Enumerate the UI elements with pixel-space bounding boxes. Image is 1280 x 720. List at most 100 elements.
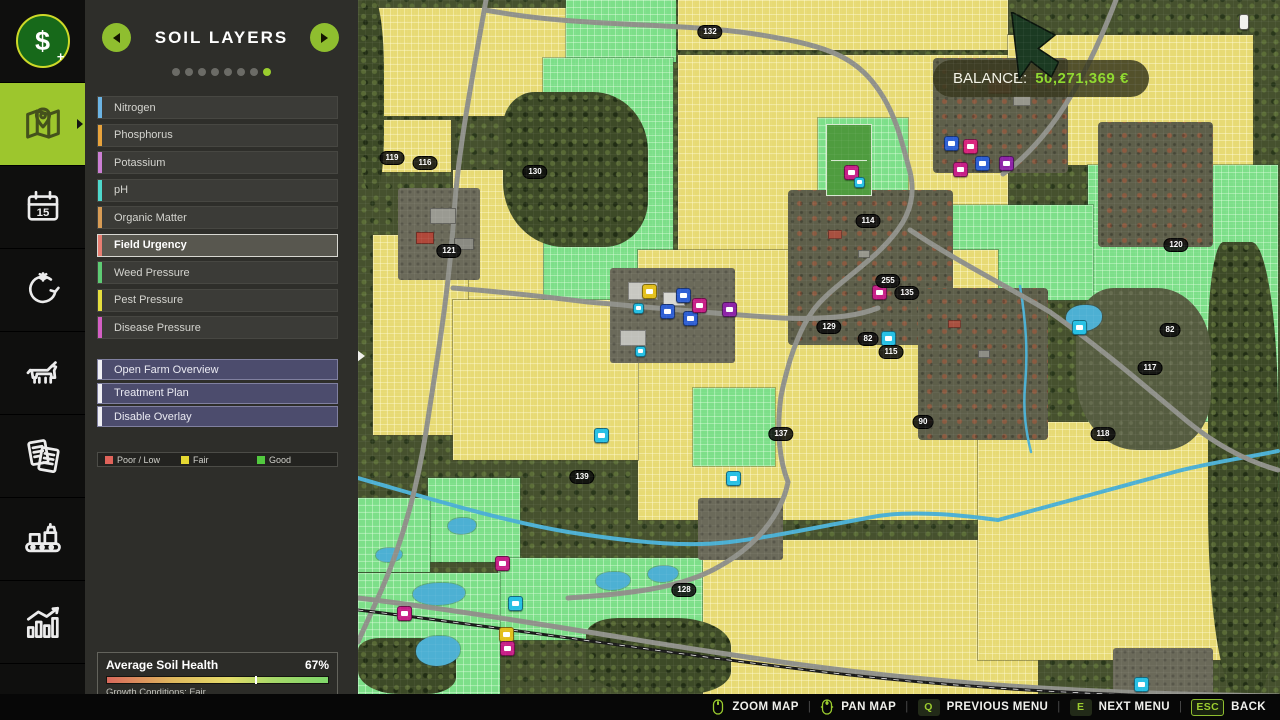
marker-glyph	[646, 289, 653, 294]
shop-marker[interactable]	[642, 284, 657, 299]
sidebar-item-calendar[interactable]: 15	[0, 166, 85, 248]
pool-marker[interactable]	[1072, 320, 1087, 335]
layer-item-nitrogen[interactable]: Nitrogen	[97, 96, 338, 119]
field-number-label[interactable]: 255	[875, 274, 900, 288]
field-number-label[interactable]: 130	[522, 165, 547, 179]
production-point-marker[interactable]	[397, 606, 412, 621]
storage-marker[interactable]	[944, 136, 959, 151]
field-number-label[interactable]: 82	[858, 332, 879, 346]
field-number-label[interactable]: 132	[697, 25, 722, 39]
sell-point-marker[interactable]	[999, 156, 1014, 171]
water-point-marker[interactable]	[726, 471, 741, 486]
hotkey-hint-back[interactable]: ESCBACK	[1191, 699, 1266, 716]
screen: $+15 SOIL LAYERS NitrogenPhosphorusPotas…	[0, 0, 1280, 720]
field-number-label[interactable]: 116	[413, 156, 438, 170]
field-number-label[interactable]: 120	[1163, 238, 1188, 252]
water-plant-marker[interactable]	[1134, 677, 1149, 692]
sidebar-item-production[interactable]	[0, 498, 85, 580]
layer-color-bar	[98, 97, 102, 118]
legend-label: Fair	[193, 455, 209, 465]
layer-list: Nitrogen Phosphorus Potassium pH Organic Mat…	[97, 96, 338, 344]
sidebar-item-finances[interactable]: $+	[0, 0, 85, 82]
field-number-label[interactable]: 139	[569, 470, 594, 484]
hotkey-hint-zoom-map[interactable]: ZOOM MAP	[711, 698, 798, 717]
layer-item-pest-pressure[interactable]: Pest Pressure	[97, 289, 338, 312]
storage-marker[interactable]	[676, 288, 691, 303]
map-viewport[interactable]: 1321191161301211141202551351298211582117…	[358, 0, 1280, 694]
water-point-marker[interactable]	[508, 596, 523, 611]
building	[948, 320, 961, 328]
water-point-marker[interactable]	[881, 331, 896, 346]
field-number-label[interactable]: 135	[894, 286, 919, 300]
treatment-plan-button[interactable]: Treatment Plan	[97, 383, 338, 404]
layer-color-bar	[98, 207, 102, 228]
water-point-marker[interactable]	[635, 346, 646, 357]
layer-item-phosphorus[interactable]: Phosphorus	[97, 124, 338, 147]
marker-glyph	[503, 632, 510, 637]
field-number-label[interactable]: 129	[816, 320, 841, 334]
farmyard-area	[1113, 648, 1213, 694]
key-badge-e: E	[1070, 699, 1092, 716]
sidebar-item-contracts[interactable]	[0, 415, 85, 497]
production-point-marker[interactable]	[692, 298, 707, 313]
sidebar-item-statistics[interactable]	[0, 581, 85, 663]
field-number-label[interactable]: 118	[1091, 427, 1116, 441]
layer-item-weed-pressure[interactable]: Weed Pressure	[97, 261, 338, 284]
soil-health-box: Average Soil Health 67% Growth Condition…	[97, 652, 338, 700]
field-number-label[interactable]: 128	[671, 583, 696, 597]
vehicle-marker[interactable]	[1239, 14, 1249, 30]
layer-item-potassium[interactable]: Potassium	[97, 151, 338, 174]
marker-glyph	[885, 336, 892, 341]
water-point-marker[interactable]	[594, 428, 609, 443]
field-number-label[interactable]: 90	[913, 415, 934, 429]
field-number-label[interactable]: 119	[380, 151, 405, 165]
production-point-marker[interactable]	[500, 641, 515, 656]
hotkey-hint-pan-map[interactable]: PAN MAP	[820, 698, 896, 717]
bottom-bar: ZOOM MAP|PAN MAP|QPREVIOUS MENU|ENEXT ME…	[0, 694, 1280, 720]
layer-item-field-urgency[interactable]: Field Urgency	[97, 234, 338, 257]
sidebar-item-animals[interactable]	[0, 332, 85, 414]
disable-overlay-button[interactable]: Disable Overlay	[97, 406, 338, 427]
storage-marker[interactable]	[683, 311, 698, 326]
next-page-button[interactable]	[310, 23, 339, 52]
layer-item-disease-pressure[interactable]: Disease Pressure	[97, 316, 338, 339]
production-point-marker[interactable]	[953, 162, 968, 177]
field-number-label[interactable]: 114	[856, 214, 881, 228]
page-dot	[172, 68, 180, 76]
marker-glyph	[857, 180, 862, 184]
crop-rotation-icon	[22, 269, 64, 311]
field-number-label[interactable]: 117	[1138, 361, 1163, 375]
sidebar-item-crop-rotation[interactable]	[0, 249, 85, 331]
marker-glyph	[512, 601, 519, 606]
production-point-marker[interactable]	[963, 139, 978, 154]
panel-expander-arrow-icon[interactable]	[358, 350, 365, 362]
layer-item-organic-matter[interactable]: Organic Matter	[97, 206, 338, 229]
field-number-label[interactable]: 121	[436, 244, 461, 258]
sell-point-marker[interactable]	[722, 302, 737, 317]
marker-glyph	[401, 611, 408, 616]
field-number-label[interactable]: 82	[1160, 323, 1181, 337]
field-good	[693, 388, 775, 466]
open-farm-overview-button[interactable]: Open Farm Overview	[97, 359, 338, 380]
hint-label: PREVIOUS MENU	[947, 701, 1049, 713]
hotkey-hint-previous-menu[interactable]: QPREVIOUS MENU	[918, 699, 1049, 716]
layer-item-ph[interactable]: pH	[97, 179, 338, 202]
production-point-marker[interactable]	[495, 556, 510, 571]
field-number-label[interactable]: 137	[768, 427, 793, 441]
marker-glyph	[636, 306, 641, 310]
mouse-pan-icon	[820, 698, 834, 717]
water-point-marker[interactable]	[854, 177, 865, 188]
bar-chart-icon	[21, 600, 65, 644]
sidebar-item-map[interactable]	[0, 83, 85, 165]
storage-marker[interactable]	[660, 304, 675, 319]
field-number-label[interactable]: 115	[879, 345, 904, 359]
sell-point-marker[interactable]	[499, 627, 514, 642]
hotkey-hint-next-menu[interactable]: ENEXT MENU	[1070, 699, 1170, 716]
water-point-marker[interactable]	[633, 303, 644, 314]
storage-marker[interactable]	[975, 156, 990, 171]
right-arrow-icon	[321, 33, 328, 43]
marker-glyph	[948, 141, 955, 146]
layer-label: Phosphorus	[114, 129, 173, 141]
page-dot	[185, 68, 193, 76]
layer-color-bar	[98, 152, 102, 173]
